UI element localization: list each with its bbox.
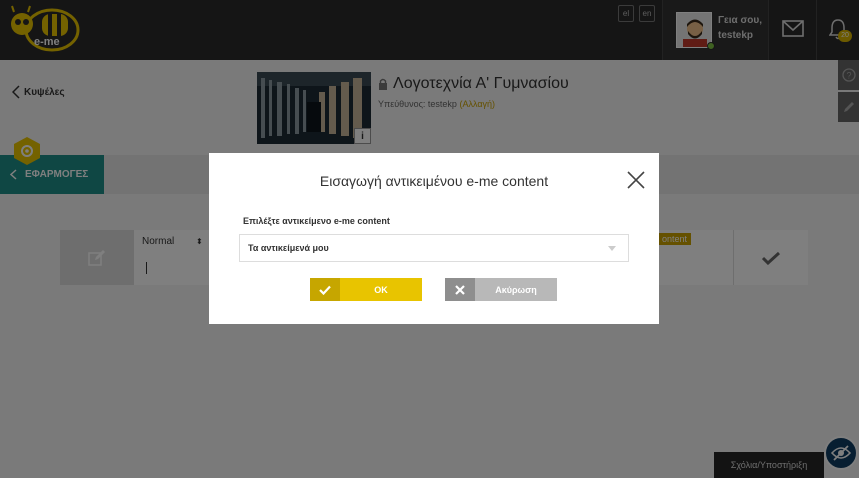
- close-icon: [627, 171, 645, 189]
- chevron-down-icon: [608, 246, 616, 251]
- x-icon: [455, 284, 465, 295]
- content-select-label: Επιλέξτε αντικείμενο e-me content: [243, 216, 390, 226]
- check-icon-wrap: [310, 278, 340, 301]
- cancel-button[interactable]: Ακύρωση: [445, 278, 557, 301]
- ok-label: OK: [374, 284, 388, 295]
- close-button[interactable]: [627, 171, 645, 189]
- content-select[interactable]: Τα αντικείμενά μου: [239, 234, 629, 262]
- ok-button[interactable]: OK: [310, 278, 422, 301]
- x-icon-wrap: [445, 278, 475, 301]
- content-select-value: Τα αντικείμενά μου: [248, 243, 329, 253]
- insert-content-dialog: Εισαγωγή αντικειμένου e-me content Επιλέ…: [209, 153, 659, 324]
- dialog-title: Εισαγωγή αντικειμένου e-me content: [319, 173, 549, 189]
- check-icon: [319, 285, 331, 295]
- cancel-label: Ακύρωση: [495, 284, 537, 295]
